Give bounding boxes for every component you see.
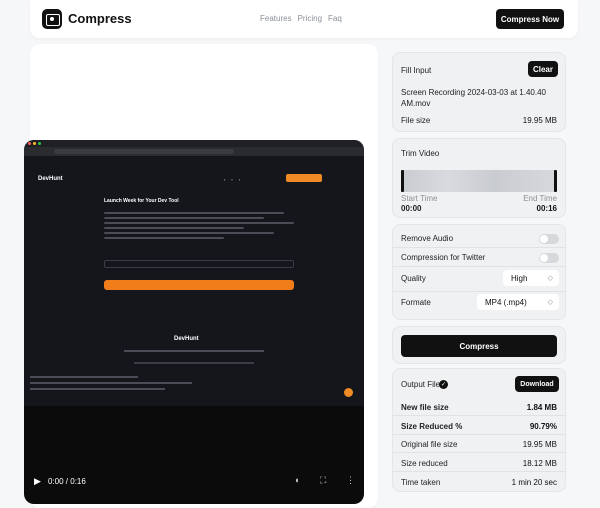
file-name: Screen Recording 2024-03-03 at 1.40.40 A… [401,88,546,108]
video-frame-website: DevHunt ▪ ▪ ▪ Launch Week for Your Dev Too… [24,156,364,406]
file-input-title: Fill Input [401,66,432,75]
chevron-icon: ◇ [547,275,553,282]
trim-end-handle[interactable] [554,170,557,192]
start-time-value: 00:00 [401,204,422,213]
site-cta-shape [286,174,322,182]
trim-start-handle[interactable] [401,170,404,192]
url-bar [54,149,234,154]
compression-options-panel: Remove Audio Compression for Twitter Qua… [392,224,566,320]
compress-now-button[interactable]: Compress Now [496,9,564,29]
output-row-value: 18.12 MB [522,459,557,468]
site-input-shape [104,260,294,268]
app-logo-icon [42,9,62,29]
end-time-value: 00:16 [536,204,557,213]
quality-label: Quality [401,274,426,283]
format-label: Formate [401,298,431,307]
volume-icon[interactable]: ◖ [294,475,299,485]
trim-title: Trim Video [401,149,440,158]
remove-audio-toggle[interactable] [539,234,559,244]
output-file-title: Output File [401,380,441,389]
output-row-value: 1.84 MB [526,403,557,412]
output-row-label: Time taken [401,478,441,487]
output-row-value: 19.95 MB [522,440,557,449]
start-time-label: Start Time [401,194,438,203]
window-dots [28,142,41,145]
nav-pricing-link[interactable]: Pricing [298,14,322,23]
site-heading: Launch Week for Your Dev Tool [104,198,179,204]
output-row-value: 90.79% [529,422,557,431]
clear-button[interactable]: Clear [528,61,558,77]
video-time: 0:00 / 0:16 [48,477,86,486]
remove-audio-label: Remove Audio [401,234,454,243]
format-select[interactable]: MP4 (.mp4) ◇ [477,294,559,310]
quality-select[interactable]: High ◇ [503,270,559,286]
fullscreen-icon[interactable]: ⛶ [320,475,326,486]
app-name: Compress [68,11,132,26]
browser-chrome [24,140,364,156]
end-time-label: End Time [523,194,557,203]
nav-faq-link[interactable]: Faq [328,14,342,23]
output-row-value: 1 min 20 sec [511,478,557,487]
output-row-label: Size reduced [401,459,448,468]
play-icon[interactable]: ▶ [34,476,41,487]
compress-button[interactable]: Compress [401,335,557,357]
nav-features-link[interactable]: Features [260,14,292,23]
more-options-icon[interactable]: ⋮ [346,475,355,486]
site-footer-logo: DevHunt [174,336,199,342]
file-input-panel: Fill Input Clear Screen Recording 2024-0… [392,52,566,132]
video-controls: ▶ 0:00 / 0:16 ◖ ⛶ ⋮ [24,468,364,504]
site-help-badge [344,388,353,397]
video-player[interactable]: DevHunt ▪ ▪ ▪ Launch Week for Your Dev Too… [24,140,364,504]
check-circle-icon: ✓ [439,380,448,389]
output-row-label: Size Reduced % [401,422,463,431]
chevron-icon: ◇ [547,299,553,306]
download-button[interactable]: Download [515,376,559,392]
file-size-value: 19.95 MB [522,116,557,125]
top-navbar: Compress Features Pricing Faq Compress N… [30,0,578,38]
output-row-label: Original file size [401,440,458,449]
twitter-compression-label: Compression for Twitter [401,253,486,262]
output-row-label: New file size [401,403,449,412]
trim-video-panel: Trim Video Start Time 00:00 End Time 00:… [392,138,566,218]
site-logo: DevHunt [38,176,63,182]
trim-timeline[interactable] [401,170,557,192]
file-size-label: File size [401,116,431,125]
twitter-compression-toggle[interactable] [539,253,559,263]
compress-panel: Compress [392,326,566,364]
output-file-panel: Output File ✓ Download New file size 1.8… [392,368,566,492]
nav-links: Features Pricing Faq [260,14,342,23]
site-submit-shape [104,280,294,290]
